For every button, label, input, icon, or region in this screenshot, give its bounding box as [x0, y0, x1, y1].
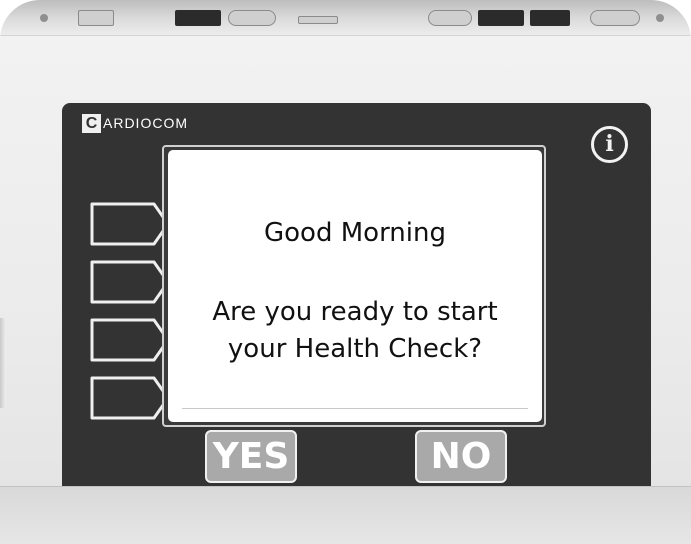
- power-port: [175, 10, 221, 26]
- side-key-1[interactable]: [88, 200, 172, 248]
- screw-dot: [40, 14, 48, 22]
- arrow-key-icon: [90, 376, 170, 420]
- arrow-key-icon: [90, 318, 170, 362]
- side-key-3[interactable]: [88, 316, 172, 364]
- usb-port: [78, 10, 114, 26]
- top-connector-strip: [0, 0, 691, 36]
- connector-port-1: [428, 10, 472, 26]
- cardiocom-device: C ARDIOCOM i Good Morning Are you ready …: [0, 0, 691, 544]
- brand-logo-name: ARDIOCOM: [103, 114, 188, 131]
- brand-logo-initial: C: [82, 113, 101, 133]
- brand-logo: C ARDIOCOM: [82, 112, 188, 134]
- audio-port: [228, 10, 276, 26]
- connector-port-2: [478, 10, 524, 26]
- no-button[interactable]: NO: [415, 430, 507, 483]
- connector-port-3: [530, 10, 570, 26]
- arrow-key-icon: [90, 202, 170, 246]
- side-button[interactable]: [0, 318, 6, 408]
- yes-button[interactable]: YES: [205, 430, 297, 483]
- info-icon[interactable]: i: [591, 126, 628, 163]
- screen-divider: [182, 408, 528, 409]
- side-key-2[interactable]: [88, 258, 172, 306]
- arrow-key-icon: [90, 260, 170, 304]
- screw-dot: [656, 14, 664, 22]
- slot-port: [298, 16, 338, 24]
- greeting-text: Good Morning: [264, 218, 446, 248]
- connector-port-4: [590, 10, 640, 26]
- question-line-1: Are you ready to start: [212, 297, 498, 327]
- side-key-4[interactable]: [88, 374, 172, 422]
- lcd-screen: Good Morning Are you ready to start your…: [168, 150, 542, 422]
- question-text: Are you ready to start your Health Check…: [168, 294, 542, 368]
- question-line-2: your Health Check?: [227, 334, 483, 364]
- device-lower-panel: [0, 486, 691, 544]
